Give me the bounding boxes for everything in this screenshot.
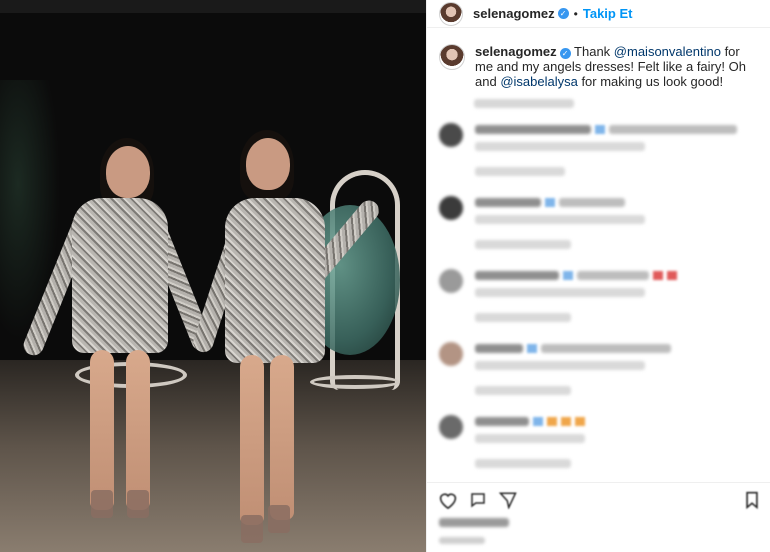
emoji-blurred: [547, 417, 557, 426]
commenter-avatar[interactable]: [439, 415, 463, 439]
caption-verified-badge-icon: ✓: [559, 48, 571, 59]
header-separator: •: [573, 6, 578, 21]
comment-meta-blurred: [475, 288, 645, 297]
view-replies-blurred[interactable]: [475, 240, 571, 249]
post-date-blurred: [439, 537, 485, 544]
emoji-blurred: [667, 271, 677, 280]
comments-list: [427, 115, 770, 480]
mention-isabelalysa[interactable]: @isabelalysa: [500, 74, 578, 89]
comment-item: [427, 261, 770, 334]
follow-button[interactable]: Takip Et: [583, 6, 633, 21]
commenter-avatar[interactable]: [439, 269, 463, 293]
caption-timestamp-blurred: [474, 99, 574, 108]
view-replies-blurred[interactable]: [475, 167, 565, 176]
comment-text-blurred: [475, 198, 541, 207]
heart-icon[interactable]: [437, 489, 459, 511]
post-photo[interactable]: [0, 0, 426, 552]
post-side-panel: selenagomez ✓ • Takip Et selenagomez ✓ Th…: [426, 0, 770, 552]
chair-base: [310, 375, 400, 389]
comment-text-blurred: [559, 198, 625, 207]
caption-username[interactable]: selenagomez: [475, 44, 557, 59]
comment-text-blurred: [609, 125, 737, 134]
post-caption: selenagomez ✓ Thank @maisonvalentino for …: [427, 28, 770, 89]
post-header: selenagomez ✓ • Takip Et: [427, 0, 770, 28]
comment-icon[interactable]: [467, 489, 489, 511]
emoji-blurred: [653, 271, 663, 280]
emoji-blurred: [575, 417, 585, 426]
comment-meta-blurred: [475, 142, 645, 151]
comment-meta-blurred: [475, 434, 585, 443]
emoji-blurred: [527, 344, 537, 353]
emoji-blurred: [561, 417, 571, 426]
emoji-blurred: [545, 198, 555, 207]
comment-text-blurred: [475, 125, 591, 134]
comment-text-blurred: [577, 271, 649, 280]
bookmark-icon[interactable]: [741, 489, 763, 511]
comment-text-blurred: [475, 344, 523, 353]
view-replies-blurred[interactable]: [475, 386, 571, 395]
share-icon[interactable]: [497, 489, 519, 511]
comment-meta-blurred: [475, 215, 645, 224]
comment-meta-blurred: [475, 361, 645, 370]
verified-badge-icon: ✓: [557, 8, 569, 19]
comment-text-blurred: [475, 271, 559, 280]
commenter-avatar[interactable]: [439, 196, 463, 220]
author-username[interactable]: selenagomez: [473, 6, 555, 21]
emoji-blurred: [533, 417, 543, 426]
commenter-avatar[interactable]: [439, 342, 463, 366]
commenter-avatar[interactable]: [439, 123, 463, 147]
photo-top-strip: [0, 0, 426, 13]
caption-text-part: Thank: [574, 44, 614, 59]
comment-item: [427, 115, 770, 188]
comment-text-blurred: [475, 417, 529, 426]
comment-item: [427, 188, 770, 261]
view-replies-blurred[interactable]: [475, 459, 571, 468]
likes-count-blurred[interactable]: [439, 518, 509, 527]
caption-avatar[interactable]: [439, 44, 465, 70]
caption-text: selenagomez ✓ Thank @maisonvalentino for …: [475, 44, 758, 89]
comment-item: [427, 334, 770, 407]
comment-text-blurred: [541, 344, 671, 353]
post-actions-bar: [427, 482, 770, 512]
comment-item: [427, 407, 770, 480]
emoji-blurred: [563, 271, 573, 280]
view-replies-blurred[interactable]: [475, 313, 571, 322]
emoji-blurred: [595, 125, 605, 134]
mention-maisonvalentino[interactable]: @maisonvalentino: [614, 44, 721, 59]
caption-text-part: for making us look good!: [577, 74, 724, 89]
author-avatar[interactable]: [439, 1, 463, 26]
